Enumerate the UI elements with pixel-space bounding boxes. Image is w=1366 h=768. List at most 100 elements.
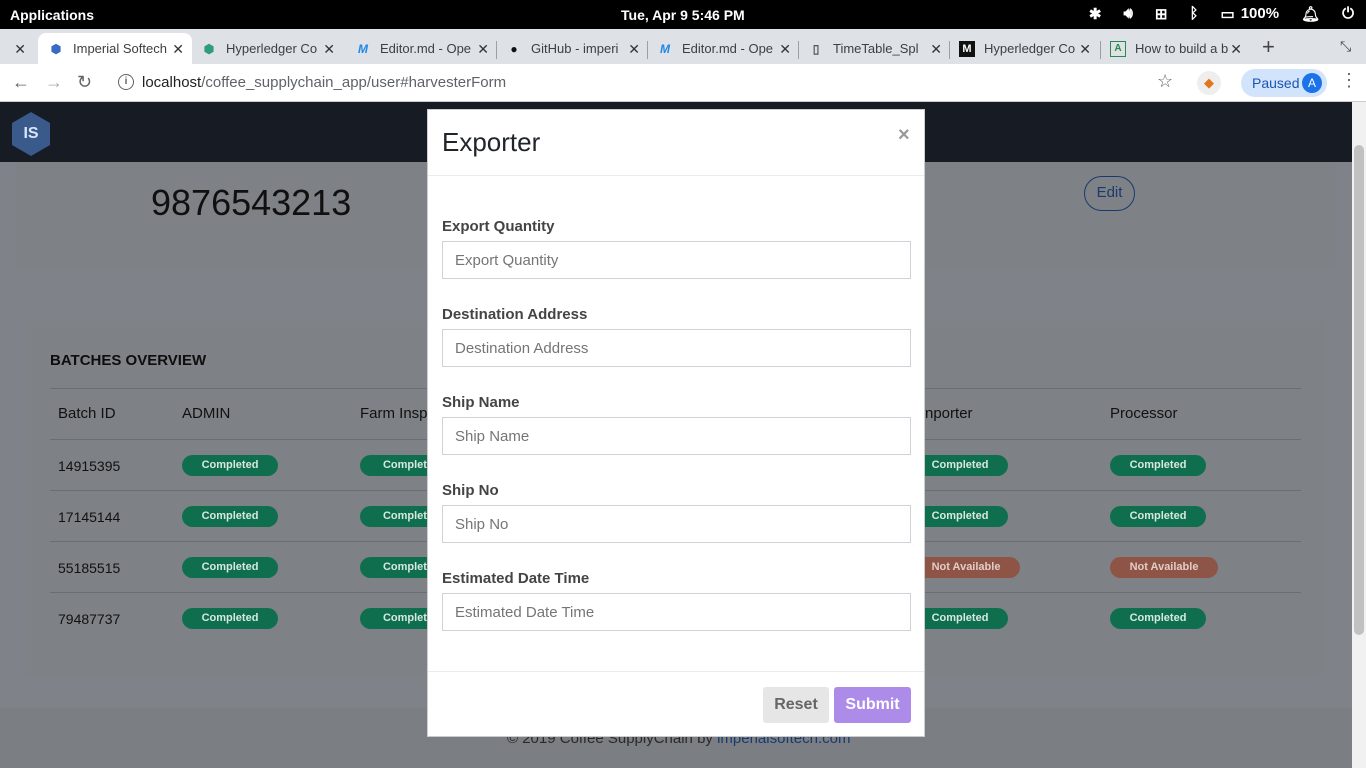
network-icon[interactable]: ⊞	[1155, 5, 1168, 23]
profile-avatar: A	[1302, 73, 1322, 93]
phone-number: 9876543213	[151, 182, 352, 223]
batch-id-cell: 79487737	[58, 611, 121, 627]
applications-menu[interactable]: Applications	[10, 7, 94, 23]
tab-pinned[interactable]: ✕	[0, 33, 34, 64]
tab-title: Editor.md - Ope	[380, 41, 472, 56]
close-icon[interactable]: ✕	[172, 41, 184, 58]
battery-percent: 100%	[1240, 5, 1280, 22]
company-logo[interactable]: IS	[12, 112, 50, 156]
destination-address-input[interactable]	[442, 329, 911, 367]
export-quantity-label: Export Quantity	[442, 218, 555, 235]
tab-title: TimeTable_Spl	[833, 41, 919, 56]
bluetooth-icon[interactable]: ᛒ	[1190, 5, 1199, 23]
tab-hyperledger-1[interactable]: ⬢ Hyperledger Co ✕	[191, 33, 343, 64]
close-icon[interactable]: ✕	[323, 41, 335, 58]
batch-id-cell: 14915395	[58, 458, 121, 474]
tab-title: Hyperledger Co	[984, 41, 1076, 56]
tab-timetable[interactable]: ▯ TimeTable_Spl ✕	[798, 33, 950, 64]
ship-no-input[interactable]	[442, 505, 911, 543]
system-clock[interactable]: Tue, Apr 9 5:46 PM	[621, 7, 745, 23]
tab-editor-md-2[interactable]: M Editor.md - Ope ✕	[647, 33, 799, 64]
tab-how-to-build[interactable]: A How to build a b ✕	[1100, 33, 1250, 64]
restore-window-icon[interactable]: ⤡	[1340, 38, 1351, 55]
url-field[interactable]: localhost/coffee_supplychain_app/user#ha…	[142, 74, 506, 91]
editor-md-icon: M	[358, 41, 368, 56]
tab-imperial-softech[interactable]: ⬢ Imperial Softech ✕	[38, 33, 192, 64]
close-icon[interactable]: ✕	[930, 41, 942, 58]
editor-md-icon: M	[660, 41, 670, 56]
status-badge: Completed	[182, 557, 278, 578]
tab-separator	[647, 41, 648, 59]
system-tray: ✱ 🔊︎ ⊞ ᛒ ▭ 100% 🔔︎ ⏻	[1067, 5, 1354, 23]
tab-hyperledger-2[interactable]: M Hyperledger Co ✕	[949, 33, 1099, 64]
ship-name-input[interactable]	[442, 417, 911, 455]
medium-icon: M	[959, 40, 975, 57]
modal-title: Exporter	[442, 127, 541, 157]
status-badge: Completed	[182, 506, 278, 527]
volume-icon[interactable]: 🔊︎	[1123, 5, 1132, 23]
ship-no-label: Ship No	[442, 482, 499, 499]
system-top-bar: Applications Tue, Apr 9 5:46 PM ✱ 🔊︎ ⊞ ᛒ…	[0, 0, 1366, 29]
modal-footer-divider	[428, 671, 924, 672]
metamask-fox-icon[interactable]: ◆	[1197, 71, 1221, 95]
url-path: /coffee_supplychain_app/user#harvesterFo…	[201, 74, 507, 91]
back-arrow-icon[interactable]: ←	[12, 72, 30, 93]
imperial-softech-favicon-icon: ⬢	[50, 41, 62, 56]
tab-github[interactable]: ● GitHub - imperi ✕	[496, 33, 648, 64]
batches-overview-title: BATCHES OVERVIEW	[50, 352, 207, 369]
status-badge: Completed	[912, 608, 1008, 629]
tab-title: Editor.md - Ope	[682, 41, 774, 56]
edit-profile-button[interactable]: Edit	[1084, 176, 1135, 211]
column-header-farm-inspection: Farm Insp	[360, 405, 428, 422]
notification-bell-icon[interactable]: 🔔︎	[1301, 5, 1320, 23]
modal-header-divider	[428, 175, 924, 176]
url-host: localhost	[142, 74, 202, 91]
profile-paused-button[interactable]: Paused A	[1241, 69, 1327, 97]
column-header-admin: ADMIN	[182, 405, 231, 422]
status-badge: Not Available	[912, 557, 1020, 578]
address-bar-row: ← → ↻ i localhost/coffee_supplychain_app…	[0, 64, 1366, 102]
scrollbar-thumb[interactable]	[1354, 145, 1364, 635]
site-info-icon[interactable]: i	[118, 74, 134, 90]
power-icon[interactable]: ⏻	[1342, 5, 1354, 23]
tab-editor-md-1[interactable]: M Editor.md - Ope ✕	[345, 33, 497, 64]
forward-arrow-icon[interactable]: →	[45, 72, 63, 93]
tab-title: How to build a b	[1135, 41, 1229, 56]
slack-icon[interactable]: ✱	[1089, 5, 1102, 23]
tab-separator	[949, 41, 950, 59]
column-header-importer: nporter	[925, 405, 973, 422]
status-badge: Completed	[1110, 506, 1206, 527]
tab-separator	[1100, 41, 1101, 59]
reload-icon[interactable]: ↻	[77, 72, 92, 93]
close-icon[interactable]: ✕	[1079, 41, 1091, 58]
tab-separator	[496, 41, 497, 59]
estimated-date-time-label: Estimated Date Time	[442, 570, 590, 587]
reset-button[interactable]: Reset	[763, 687, 829, 723]
close-icon[interactable]: ✕	[14, 41, 26, 58]
close-icon[interactable]: ✕	[477, 41, 489, 58]
bookmark-star-icon[interactable]: ☆	[1157, 71, 1173, 92]
column-header-batch-id: Batch ID	[58, 405, 116, 422]
close-icon[interactable]: ✕	[628, 41, 640, 58]
batch-id-cell: 55185515	[58, 560, 121, 576]
estimated-date-time-input[interactable]	[442, 593, 911, 631]
github-icon: ●	[510, 41, 518, 56]
document-icon: ▯	[812, 41, 820, 56]
exporter-modal: Exporter × Export Quantity Destination A…	[427, 109, 925, 737]
tab-title: GitHub - imperi	[531, 41, 619, 56]
tab-separator	[798, 41, 799, 59]
export-quantity-input[interactable]	[442, 241, 911, 279]
site-a-icon: A	[1110, 40, 1126, 57]
close-icon[interactable]: ✕	[779, 41, 791, 58]
column-header-processor: Processor	[1110, 405, 1178, 422]
close-icon[interactable]: ✕	[1230, 41, 1242, 58]
status-badge: Not Available	[1110, 557, 1218, 578]
status-badge: Completed	[182, 608, 278, 629]
submit-button[interactable]: Submit	[834, 687, 911, 723]
close-icon[interactable]: ×	[898, 124, 910, 147]
battery-icon[interactable]: ▭	[1221, 5, 1235, 23]
status-badge: Completed	[1110, 608, 1206, 629]
status-badge: Completed	[912, 506, 1008, 527]
new-tab-plus-icon[interactable]: +	[1262, 34, 1275, 60]
browser-menu-icon[interactable]: ⋮	[1340, 70, 1358, 91]
